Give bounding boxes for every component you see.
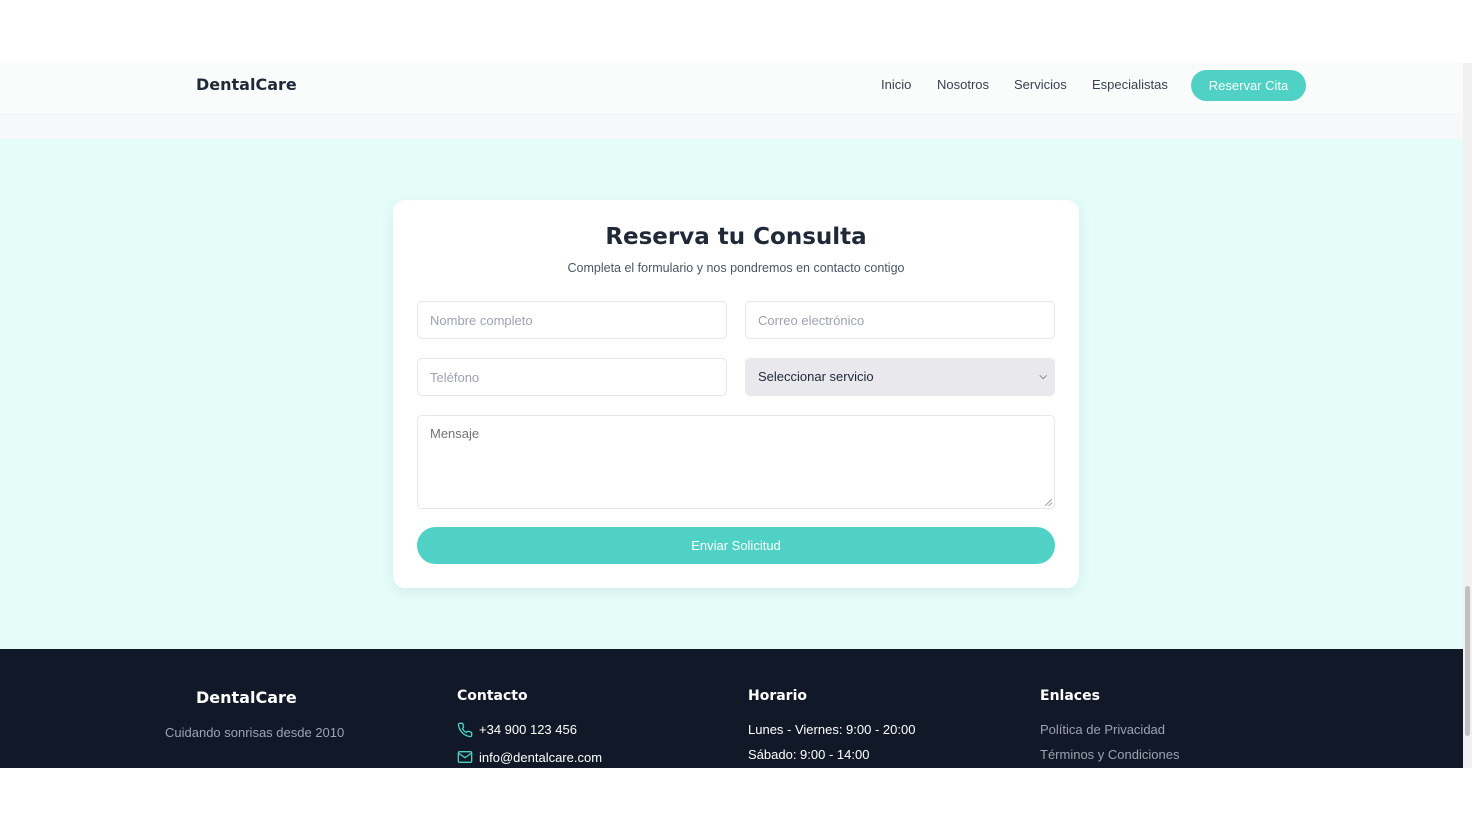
nav-link-inicio[interactable]: Inicio — [881, 77, 911, 92]
header-divider — [0, 113, 1463, 139]
nav-link-nosotros[interactable]: Nosotros — [937, 77, 989, 92]
name-input[interactable] — [417, 301, 727, 339]
site-header: DentalCare Inicio Nosotros Servicios Esp… — [0, 63, 1463, 113]
phone-icon — [457, 722, 473, 738]
hours-saturday: Sábado: 9:00 - 14:00 — [748, 747, 870, 762]
contact-email[interactable]: info@dentalcare.com — [479, 750, 602, 765]
contact-heading: Contacto — [457, 688, 528, 704]
scrollbar-thumb[interactable] — [1465, 586, 1470, 736]
hours-heading: Horario — [748, 688, 808, 704]
page-scrollbar[interactable] — [1463, 63, 1472, 768]
site-footer: DentalCare Cuidando sonrisas desde 2010 … — [0, 649, 1463, 768]
phone-input[interactable] — [417, 358, 727, 396]
contact-phone[interactable]: +34 900 123 456 — [479, 722, 577, 737]
booking-form-card: Reserva tu Consulta Completa el formular… — [393, 200, 1079, 588]
footer-brand: DentalCare — [196, 688, 297, 707]
privacy-policy-link[interactable]: Política de Privacidad — [1040, 722, 1165, 737]
form-subtitle: Completa el formulario y nos pondremos e… — [567, 261, 905, 275]
chevron-down-icon: ⌵ — [1039, 371, 1047, 382]
nav-link-especialistas[interactable]: Especialistas — [1092, 77, 1168, 92]
reservar-cita-button[interactable]: Reservar Cita — [1191, 70, 1306, 101]
submit-button[interactable]: Enviar Solicitud — [417, 527, 1055, 564]
form-title: Reserva tu Consulta — [605, 224, 867, 250]
email-input[interactable] — [745, 301, 1055, 339]
hours-weekdays: Lunes - Viernes: 9:00 - 20:00 — [748, 722, 916, 737]
message-textarea[interactable] — [417, 415, 1055, 509]
terms-link[interactable]: Términos y Condiciones — [1040, 747, 1179, 762]
links-heading: Enlaces — [1040, 688, 1100, 704]
resize-grip-icon[interactable] — [1044, 498, 1052, 506]
mail-icon — [457, 751, 473, 763]
brand-logo[interactable]: DentalCare — [196, 75, 297, 94]
nav-link-servicios[interactable]: Servicios — [1014, 77, 1067, 92]
page-viewport: DentalCare Inicio Nosotros Servicios Esp… — [0, 63, 1463, 768]
footer-tagline: Cuidando sonrisas desde 2010 — [165, 725, 345, 740]
service-select[interactable]: Seleccionar servicio ⌵ — [745, 358, 1055, 396]
service-select-value: Seleccionar servicio — [758, 369, 874, 384]
